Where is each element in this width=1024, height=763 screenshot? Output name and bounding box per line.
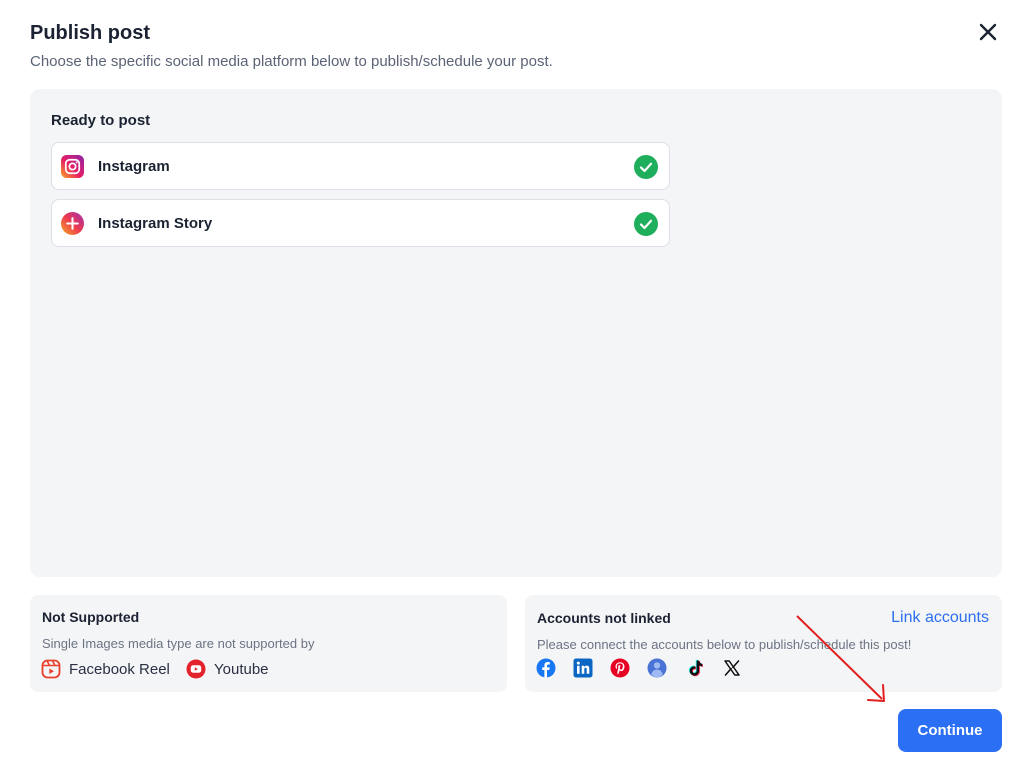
ready-to-post-heading: Ready to post [51,112,151,129]
not-supported-panel: Not Supported Single Images media type a… [30,595,507,692]
page-subtitle: Choose the specific social media platfor… [30,53,553,70]
instagram-icon [61,155,84,178]
platform-row-instagram-story[interactable]: Instagram Story [51,199,670,247]
tiktok-icon[interactable] [685,658,705,678]
accounts-not-linked-description: Please connect the accounts below to pub… [537,637,912,652]
check-circle-icon [634,155,658,179]
not-supported-item-youtube: Youtube [186,659,269,679]
not-supported-item-facebook-reel: Facebook Reel [41,659,170,679]
facebook-icon[interactable] [536,658,556,678]
instagram-story-icon [61,212,84,235]
not-supported-label: Facebook Reel [69,660,170,678]
not-supported-title: Not Supported [42,609,140,625]
platform-label: Instagram Story [98,215,213,232]
platform-row-instagram[interactable]: Instagram [51,142,670,190]
link-accounts-link[interactable]: Link accounts [891,609,989,627]
not-supported-label: Youtube [214,660,269,678]
continue-button[interactable]: Continue [898,709,1002,752]
google-business-icon[interactable] [647,658,667,678]
accounts-not-linked-panel: Accounts not linked Link accounts Please… [525,595,1002,692]
check-circle-icon [634,212,658,236]
close-button[interactable] [974,18,1002,46]
page-title: Publish post [30,22,150,44]
close-icon [979,23,997,41]
accounts-not-linked-title: Accounts not linked [537,610,671,626]
pinterest-icon[interactable] [610,658,630,678]
linkedin-icon[interactable] [573,658,593,678]
facebook-reel-icon [41,659,61,679]
not-supported-description: Single Images media type are not support… [42,636,315,651]
youtube-icon [186,659,206,679]
platform-label: Instagram [98,158,170,175]
ready-to-post-panel: Ready to post Instagram Instagram Story [30,89,1002,577]
x-icon[interactable] [722,658,742,678]
